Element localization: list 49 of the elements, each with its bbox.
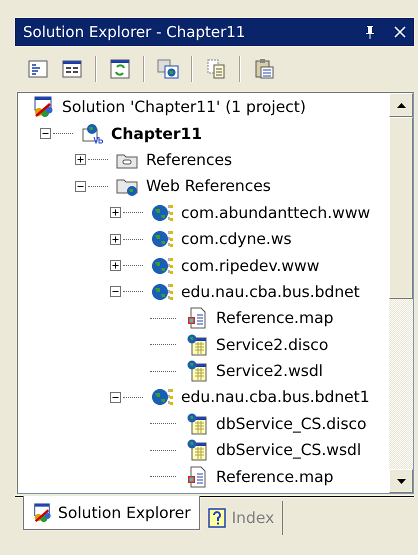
tree-item[interactable]: Solution 'Chapter11' (1 project) [60, 98, 308, 116]
vertical-scrollbar[interactable] [389, 93, 413, 493]
scroll-thumb[interactable] [389, 117, 413, 299]
file-globe-icon [186, 360, 208, 382]
down-arrow-icon [396, 478, 406, 484]
clipboard-icon[interactable] [253, 58, 275, 80]
minus-icon[interactable] [40, 128, 51, 140]
list-icon[interactable] [61, 58, 83, 80]
scroll-down-button[interactable] [389, 469, 413, 493]
plus-icon[interactable] [110, 260, 121, 272]
help-icon [208, 508, 226, 528]
tree-item[interactable]: edu.nau.cba.bus.bdnet [179, 282, 362, 301]
minus-icon[interactable] [110, 286, 121, 298]
file-globe-icon [186, 412, 208, 435]
tree-item[interactable]: Service2.disco [214, 336, 330, 354]
plus-icon[interactable] [110, 234, 121, 245]
tree-item[interactable]: com.ripedev.www [179, 256, 322, 275]
tree-item[interactable]: References [144, 150, 234, 169]
tree-item[interactable]: Service2.wsdl [214, 362, 325, 380]
tree-item[interactable]: Reference.map [214, 468, 336, 486]
refresh-icon[interactable] [109, 58, 131, 80]
up-arrow-icon [396, 102, 406, 108]
solution-icon [32, 96, 54, 118]
tree-item[interactable]: dbService_CS.disco [214, 414, 369, 433]
tree-item[interactable]: com.cdyne.ws [179, 230, 294, 248]
solution-icon [32, 502, 52, 522]
document-icon [186, 466, 208, 488]
properties-icon[interactable] [27, 58, 49, 80]
plus-icon[interactable] [75, 154, 86, 166]
close-icon[interactable] [394, 26, 406, 38]
tab[interactable]: Solution Explorer [23, 496, 200, 530]
tree-item[interactable]: Chapter11 [109, 124, 204, 143]
minus-icon[interactable] [75, 180, 86, 192]
tree-item[interactable]: Reference.map [214, 309, 336, 328]
minus-icon[interactable] [110, 392, 121, 403]
file-globe-icon [186, 439, 208, 462]
tree-item[interactable]: Web References [144, 177, 273, 196]
tree-item[interactable]: edu.nau.cba.bus.bdnet1 [179, 388, 372, 406]
file-globe-icon [186, 334, 208, 356]
pin-icon[interactable] [364, 25, 376, 39]
copy-icon[interactable] [205, 58, 227, 80]
tree-item[interactable]: dbService_CS.wsdl [214, 441, 364, 460]
plus-icon[interactable] [110, 207, 121, 218]
window-globe-icon[interactable] [157, 58, 179, 80]
tree-item[interactable]: com.abundanttech.www [179, 204, 372, 222]
project-icon [81, 122, 103, 145]
window-title: Solution Explorer - Chapter11 [23, 23, 246, 41]
scroll-up-button[interactable] [389, 93, 413, 117]
document-icon [186, 307, 208, 330]
